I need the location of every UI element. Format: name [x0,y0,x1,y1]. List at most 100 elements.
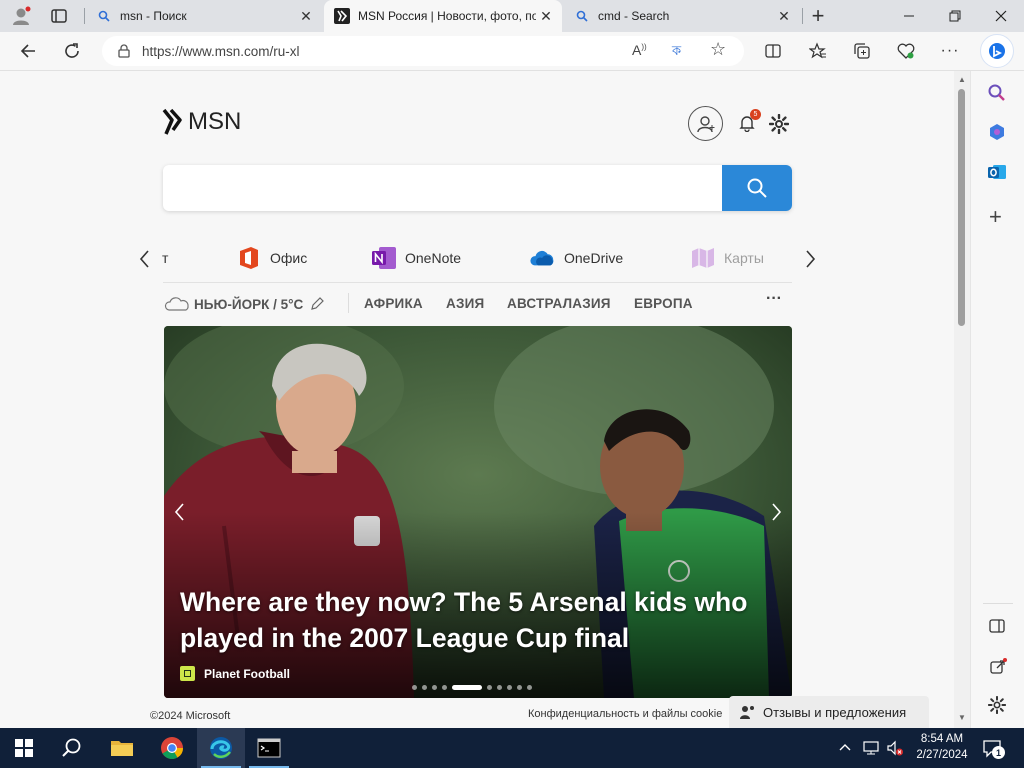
shortcut-label: OneDrive [564,250,624,266]
carousel-dot[interactable] [527,685,532,690]
shortcut-onenote[interactable]: OneNote [371,243,461,273]
network-icon[interactable] [862,739,880,762]
carousel-dot[interactable] [517,685,522,690]
url-text[interactable]: https://www.msn.com/ru-xl [142,44,300,59]
hide-sidebar-icon[interactable] [989,618,1005,639]
onedrive-icon [530,250,554,266]
scrollbar-thumb[interactable] [958,89,965,326]
search-button[interactable] [722,165,792,211]
shortcuts-next-button[interactable] [801,247,819,271]
split-screen-icon[interactable] [758,36,788,66]
carousel-dot[interactable] [412,685,417,690]
shortcut-label: Офис [270,250,308,266]
divider [163,282,792,283]
address-toolbar: https://www.msn.com/ru-xl A)) ক ☆ ··· [0,32,1024,71]
hero-headline[interactable]: Where are they now? The 5 Arsenal kids w… [180,584,776,656]
profile-icon[interactable] [10,5,32,27]
lock-icon[interactable] [118,44,130,58]
carousel-dot[interactable] [442,685,447,690]
shortcut-onedrive[interactable]: OneDrive [530,243,623,273]
tab-actions-icon[interactable] [50,7,68,25]
notifications-bell-icon[interactable]: 5 [738,109,761,134]
carousel-dot[interactable] [507,685,512,690]
search-icon [96,8,112,24]
chrome-icon [161,737,183,759]
feedback-label: Отзывы и предложения [763,704,907,720]
address-bar[interactable]: https://www.msn.com/ru-xl A)) ক ☆ [102,36,744,66]
edit-pencil-icon[interactable] [309,296,325,312]
start-button[interactable] [0,728,48,768]
sidebar-search-icon[interactable] [987,83,1007,108]
system-clock[interactable]: 8:54 AM 2/27/2024 [912,731,972,763]
taskbar-search-button[interactable] [48,728,96,768]
volume-muted-icon[interactable] [886,739,904,762]
weather-widget[interactable]: НЬЮ-ЙОРК / 5°C [164,295,325,313]
feedback-button[interactable]: Отзывы и предложения [729,696,929,728]
scroll-down-arrow-icon[interactable]: ▼ [958,713,966,722]
edge-icon [210,737,232,759]
outlook-icon[interactable] [987,162,1007,187]
sign-in-avatar-button[interactable] [688,106,723,141]
carousel-dot[interactable] [487,685,492,690]
close-tab-icon[interactable]: ✕ [296,6,316,26]
carousel-pager [412,685,537,690]
search-input[interactable] [163,165,722,211]
vertical-scrollbar[interactable]: ▲ ▼ [954,71,970,728]
tab-cmd-search[interactable]: cmd - Search ✕ [564,0,800,32]
carousel-dot[interactable] [497,685,502,690]
add-sidebar-app-icon[interactable]: + [989,204,1002,230]
hero-next-button[interactable] [766,500,786,524]
show-hidden-icons-chevron-icon[interactable] [838,740,852,757]
notification-count-badge: 1 [992,746,1005,759]
restore-button[interactable] [932,0,978,32]
tab-msn-russia[interactable]: MSN Россия | Новости, фото, по ✕ [324,0,562,32]
weather-text: НЬЮ-ЙОРК / 5°C [194,296,304,312]
carousel-dot[interactable] [432,685,437,690]
carousel-dot-active[interactable] [452,685,482,690]
browser-essentials-icon[interactable] [891,36,921,66]
favorites-icon[interactable] [803,36,833,66]
msn-logo[interactable]: MSN [162,108,241,136]
copilot-icon[interactable] [980,34,1014,68]
file-explorer-button[interactable] [98,728,146,768]
action-center-icon[interactable]: 1 [982,738,1005,759]
shortcut-partial[interactable]: т [162,243,168,273]
translate-icon[interactable]: ক [672,42,681,63]
refresh-button[interactable] [57,36,87,66]
carousel-dot[interactable] [422,685,427,690]
chrome-button[interactable] [148,728,196,768]
minimize-button[interactable] [886,0,932,32]
edge-sidebar: + [970,71,1024,728]
close-tab-icon[interactable]: ✕ [774,6,794,26]
hero-prev-button[interactable] [170,500,190,524]
settings-more-icon[interactable]: ··· [935,36,965,66]
maps-icon [692,248,714,268]
nav-link-europe[interactable]: ЕВРОПА [634,296,693,311]
shortcut-office[interactable]: Офис [236,243,307,273]
read-aloud-icon[interactable]: A)) [632,42,647,58]
close-tab-icon[interactable]: ✕ [536,6,556,26]
tab-msn-search[interactable]: msn - Поиск ✕ [86,0,322,32]
shortcuts-prev-button[interactable] [136,247,154,271]
edge-button[interactable] [197,728,245,768]
external-open-icon[interactable] [989,658,1007,681]
scroll-up-arrow-icon[interactable]: ▲ [958,75,966,84]
sidebar-copilot-icon[interactable] [987,122,1007,147]
gear-icon[interactable] [768,113,791,136]
nav-link-asia[interactable]: АЗИЯ [446,296,484,311]
collections-icon[interactable] [847,36,877,66]
close-window-button[interactable] [978,0,1024,32]
nav-link-africa[interactable]: АФРИКА [364,296,423,311]
hero-card[interactable]: Where are they now? The 5 Arsenal kids w… [164,326,792,698]
favorite-star-icon[interactable]: ☆ [710,39,726,60]
back-button[interactable] [13,36,43,66]
sidebar-settings-gear-icon[interactable] [987,695,1007,719]
cmd-button[interactable] [245,728,293,768]
shortcut-maps[interactable]: Карты [690,243,764,273]
hero-source[interactable]: Planet Football [180,666,290,681]
nav-link-australasia[interactable]: АВСТРАЛАЗИЯ [507,296,611,311]
privacy-link[interactable]: Конфиденциальность и файлы cookie [528,708,722,720]
more-options-icon[interactable]: ··· [766,290,782,308]
new-tab-icon[interactable]: + [808,3,828,28]
windows-taskbar: 8:54 AM 2/27/2024 1 [0,728,1024,768]
